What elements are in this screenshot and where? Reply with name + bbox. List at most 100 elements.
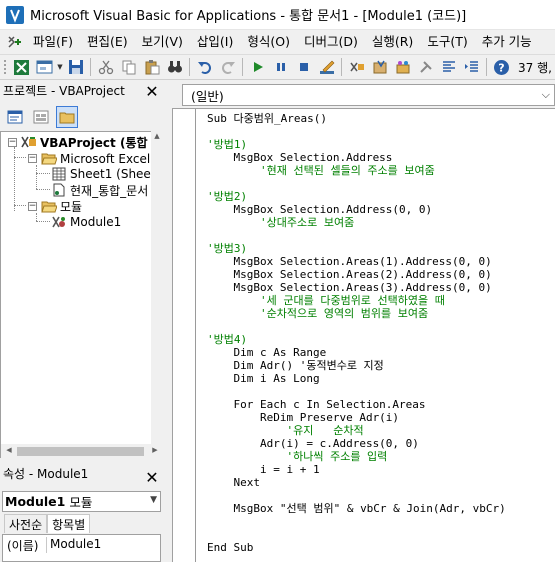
code-comment-line[interactable]: '유지 순차적 (207, 424, 363, 437)
design-mode-icon[interactable] (316, 57, 337, 78)
code-comment-line[interactable]: '상대주소로 보여줌 (207, 216, 354, 229)
help-icon[interactable]: ? (491, 57, 512, 78)
insert-dropdown-arrow-icon[interactable]: ▼ (56, 57, 64, 78)
workbook-icon (51, 183, 67, 197)
project-tree: − VBAProject (통합 문서1) − Microsoft Excel … (0, 131, 163, 446)
scroll-left-arrow-icon[interactable]: ◀ (3, 446, 15, 454)
indent-icon[interactable] (461, 57, 482, 78)
object-dropdown[interactable]: (일반) ⌵ (182, 84, 555, 106)
menu-edit[interactable]: 편집(E) (80, 31, 135, 53)
insert-userform-icon[interactable] (34, 57, 55, 78)
code-line[interactable]: End Sub (207, 541, 253, 554)
tree-node-modules[interactable]: − 모듈 (28, 198, 82, 214)
project-tree-vertical-scrollbar[interactable]: ▲ (151, 131, 163, 446)
toolbar-grip[interactable] (1, 57, 9, 78)
tree-node-sheet1[interactable]: Sheet1 (Sheet1) (51, 166, 162, 182)
scroll-right-arrow-icon[interactable]: ▶ (149, 446, 161, 454)
menu-tools[interactable]: 도구(T) (420, 31, 474, 53)
code-line[interactable]: MsgBox Selection.Areas(3).Address(0, 0) (207, 281, 491, 294)
excel-view-icon[interactable] (11, 57, 32, 78)
collapse-icon[interactable]: − (8, 137, 17, 147)
break-icon[interactable] (270, 57, 291, 78)
tree-node-thisworkbook[interactable]: 현재_통합_문서 (51, 182, 148, 198)
menu-run[interactable]: 실행(R) (365, 31, 420, 53)
scroll-up-arrow-icon[interactable]: ▲ (151, 132, 163, 140)
menu-format[interactable]: 형식(O) (240, 31, 297, 53)
object-browser-icon[interactable] (392, 57, 413, 78)
svg-text:?: ? (498, 61, 504, 74)
code-comment-line[interactable]: '방법4) (207, 333, 247, 346)
code-comment-line[interactable]: '현재 선택된 셀들의 주소를 보여줌 (207, 164, 435, 177)
property-row-name[interactable]: (이름) Module1 (7, 537, 101, 553)
redo-icon[interactable] (217, 57, 238, 78)
code-editor[interactable]: Sub 다중범위_Areas() '방법1) MsgBox Selection.A… (172, 108, 555, 562)
menu-file[interactable]: 파일(F) (26, 31, 80, 53)
code-line[interactable]: Dim c As Range (207, 346, 326, 359)
code-line[interactable]: MsgBox "선택 범위" & vbCr & Join(Adr, vbCr) (207, 502, 505, 515)
properties-window-icon[interactable] (369, 57, 390, 78)
chevron-down-icon[interactable]: ▼ (150, 495, 157, 505)
code-margin-indicator-bar (195, 109, 196, 562)
toolbar-separator (90, 58, 91, 76)
code-line[interactable]: For Each c In Selection.Areas (207, 398, 425, 411)
horizontal-scroll-thumb[interactable] (17, 447, 144, 456)
code-line[interactable]: Next (207, 476, 260, 489)
properties-pane-title: 속성 - Module1 (3, 466, 89, 481)
align-left-icon[interactable] (438, 57, 459, 78)
pane-splitter[interactable] (164, 80, 170, 562)
code-comment-line[interactable]: '순차적으로 영역의 범위를 보여줌 (207, 307, 428, 320)
paste-icon[interactable] (141, 57, 162, 78)
menu-insert[interactable]: 삽입(I) (190, 31, 240, 53)
code-comment-line[interactable]: '하나씩 주소를 입력 (207, 450, 387, 463)
property-value[interactable]: Module1 (47, 537, 101, 553)
code-comment-line[interactable]: '세 군대를 다중범위로 선택하였을 때 (207, 294, 445, 307)
code-comment-line[interactable]: '방법1) (207, 138, 247, 151)
code-line[interactable]: MsgBox Selection.Address (207, 151, 392, 164)
toolbar-separator (486, 58, 487, 76)
code-line[interactable]: Dim Adr() '동적변수로 지정 (207, 359, 383, 372)
view-object-icon[interactable] (30, 106, 52, 128)
toolbar-separator (189, 58, 190, 76)
reset-icon[interactable] (293, 57, 314, 78)
code-line[interactable]: Sub 다중범위_Areas() (207, 112, 327, 125)
chevron-down-icon[interactable]: ⌵ (542, 88, 550, 102)
tree-node-excel-objects[interactable]: − Microsoft Excel 개체 (28, 150, 162, 166)
code-line[interactable]: MsgBox Selection.Address(0, 0) (207, 203, 432, 216)
menu-view[interactable]: 보기(V) (135, 31, 190, 53)
code-comment-line[interactable]: '방법3) (207, 242, 247, 255)
collapse-icon[interactable]: − (28, 153, 37, 163)
tree-node-vbaproject[interactable]: − VBAProject (통합 문서1) (8, 134, 162, 150)
menu-debug[interactable]: 디버그(D) (297, 31, 365, 53)
project-pane-close-icon[interactable]: ✕ (143, 82, 161, 101)
code-line[interactable]: MsgBox Selection.Areas(2).Address(0, 0) (207, 268, 491, 281)
code-comment-line[interactable]: '방법2) (207, 190, 247, 203)
folder-open-icon (41, 151, 57, 165)
tab-alphabetic[interactable]: 사전순 (4, 514, 48, 533)
menu-addins[interactable]: 추가 기능 (475, 31, 539, 53)
undo-icon[interactable] (194, 57, 215, 78)
code-line[interactable]: MsgBox Selection.Areas(1).Address(0, 0) (207, 255, 491, 268)
code-line[interactable]: ReDim Preserve Adr(i) (207, 411, 399, 424)
folder-open-icon (41, 199, 57, 213)
save-icon[interactable] (65, 57, 86, 78)
properties-pane-close-icon[interactable]: ✕ (143, 468, 161, 487)
properties-object-select[interactable]: Module1 모듈 ▼ (2, 491, 161, 512)
cut-icon[interactable] (95, 57, 116, 78)
toggle-folders-icon[interactable] (56, 106, 78, 128)
toolbox-icon[interactable] (415, 57, 436, 78)
collapse-icon[interactable]: − (28, 201, 37, 211)
project-explorer-icon[interactable] (346, 57, 367, 78)
tab-categorized[interactable]: 항목별 (47, 514, 91, 533)
properties-pane-header: 속성 - Module1 (0, 463, 164, 483)
code-line[interactable]: Dim i As Long (207, 372, 319, 385)
selected-object-type: 모듈 (69, 495, 93, 510)
code-line[interactable]: i = i + 1 (207, 463, 320, 476)
find-icon[interactable] (164, 57, 185, 78)
run-icon[interactable] (247, 57, 268, 78)
code-line[interactable]: Adr(i) = c.Address(0, 0) (207, 437, 419, 450)
view-code-icon[interactable] (4, 106, 26, 128)
project-tree-horizontal-scrollbar[interactable]: ◀ ▶ (0, 444, 163, 458)
property-name: (이름) (7, 537, 47, 553)
tree-node-module1[interactable]: Module1 (51, 214, 121, 230)
copy-icon[interactable] (118, 57, 139, 78)
